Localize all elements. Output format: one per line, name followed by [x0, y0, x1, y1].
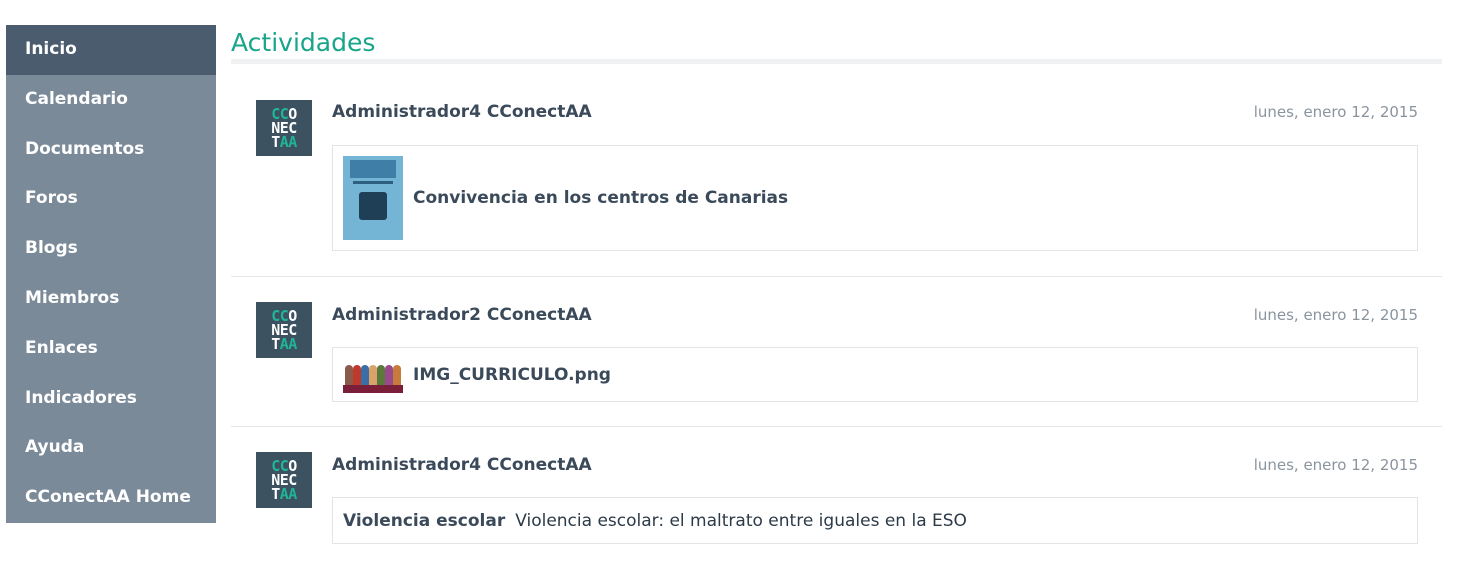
avatar[interactable]: CC O NEC T AA: [256, 452, 312, 508]
page-title: Actividades: [231, 25, 1442, 64]
activity-author[interactable]: Administrador4 CConectAA: [332, 455, 592, 475]
activity-item: CC O NEC T AA Administrador4 CConectAA lun…: [231, 64, 1442, 277]
activity-date: lunes, enero 12, 2015: [1253, 103, 1418, 121]
sidebar-item-miembros[interactable]: Miembros: [6, 274, 216, 324]
attachment-title[interactable]: IMG_CURRICULO.png: [413, 365, 611, 385]
sidebar-item-foros[interactable]: Foros: [6, 174, 216, 224]
attachment-card[interactable]: IMG_CURRICULO.png: [332, 347, 1418, 402]
image-thumbnail: [343, 356, 403, 393]
sidebar-item-enlaces[interactable]: Enlaces: [6, 324, 216, 374]
sidebar-item-calendario[interactable]: Calendario: [6, 75, 216, 125]
attachment-card[interactable]: Convivencia en los centros de Canarias: [332, 145, 1418, 251]
sidebar-item-inicio[interactable]: Inicio: [6, 25, 216, 75]
link-description: Violencia escolar: el maltrato entre igu…: [515, 510, 967, 531]
sidebar-item-blogs[interactable]: Blogs: [6, 224, 216, 274]
sidebar-item-ayuda[interactable]: Ayuda: [6, 423, 216, 473]
activity-author[interactable]: Administrador4 CConectAA: [332, 102, 592, 122]
link-card[interactable]: Violencia escolar Violencia escolar: el m…: [332, 497, 1418, 544]
sidebar-item-cconectaa-home[interactable]: CConectAA Home: [6, 473, 216, 523]
avatar[interactable]: CC O NEC T AA: [256, 302, 312, 358]
activity-date: lunes, enero 12, 2015: [1253, 456, 1418, 474]
sidebar-item-indicadores[interactable]: Indicadores: [6, 374, 216, 424]
main-content: Actividades CC O NEC T AA Administrador4 C…: [231, 25, 1442, 567]
activity-item: CC O NEC T AA Administrador4 CConectAA lun…: [231, 427, 1442, 567]
sidebar-nav: Inicio Calendario Documentos Foros Blogs…: [6, 25, 216, 523]
activity-item: CC O NEC T AA Administrador2 CConectAA lun…: [231, 277, 1442, 427]
attachment-title[interactable]: Convivencia en los centros de Canarias: [413, 188, 788, 208]
activity-author[interactable]: Administrador2 CConectAA: [332, 305, 592, 325]
avatar[interactable]: CC O NEC T AA: [256, 100, 312, 156]
sidebar-item-documentos[interactable]: Documentos: [6, 125, 216, 175]
activity-date: lunes, enero 12, 2015: [1253, 306, 1418, 324]
document-thumbnail: [343, 156, 403, 240]
link-title[interactable]: Violencia escolar: [343, 511, 505, 531]
link-card-text: Violencia escolar Violencia escolar: el m…: [343, 511, 967, 531]
